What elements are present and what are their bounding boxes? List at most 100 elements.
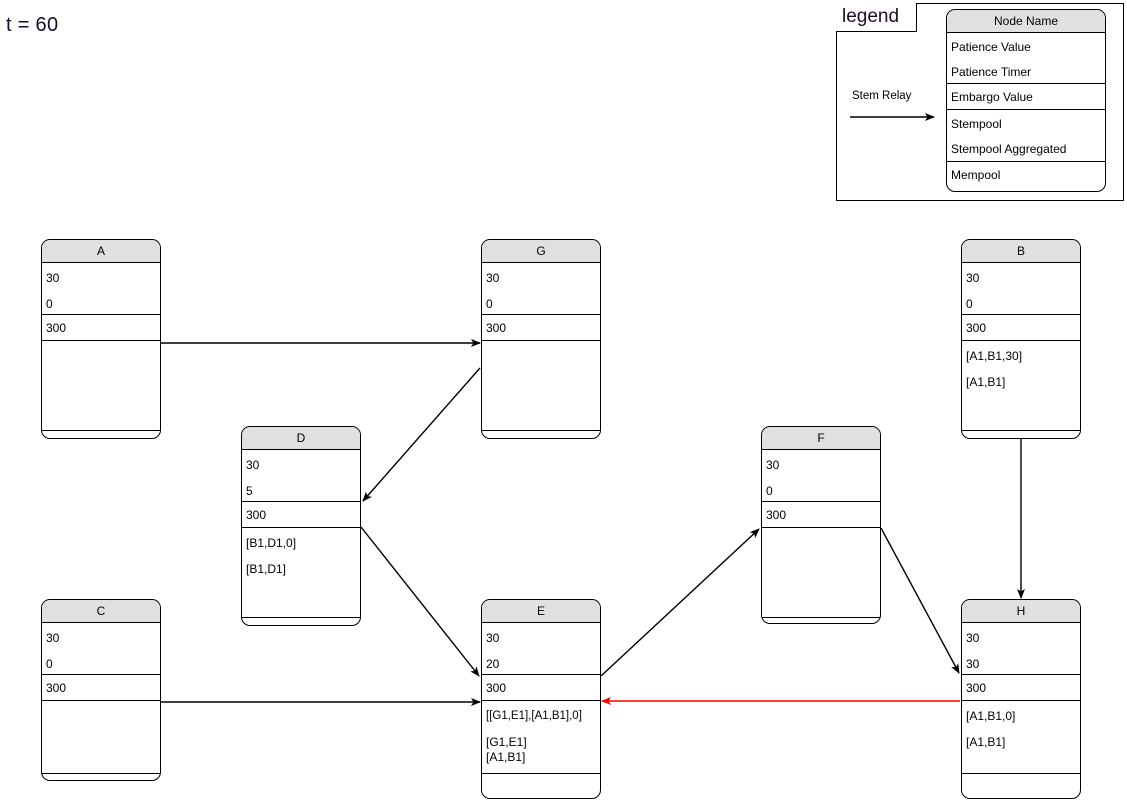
node-B-stempool-section: [A1,B1,30] [A1,B1] bbox=[962, 341, 1080, 431]
node-H-patience-section: 30 30 bbox=[962, 623, 1080, 675]
node-G-patience-value: 30 bbox=[486, 271, 500, 285]
node-B-mempool-section bbox=[962, 431, 1080, 438]
time-label: t = 60 bbox=[6, 14, 59, 36]
node-H-stempool-aggregated: [A1,B1] bbox=[966, 735, 1006, 749]
node-E-stempool-aggregated-line-1: [G1,E1] bbox=[486, 735, 527, 749]
node-C-patience-section: 30 0 bbox=[42, 623, 160, 675]
node-E-embargo-value: 300 bbox=[486, 681, 507, 695]
node-F-embargo-value: 300 bbox=[766, 508, 787, 522]
node-D-embargo-section: 300 bbox=[242, 502, 360, 528]
node-E-name: E bbox=[482, 600, 600, 623]
node-A-stempool-section bbox=[42, 341, 160, 431]
node-H-embargo-section: 300 bbox=[962, 675, 1080, 701]
node-H-name: H bbox=[962, 600, 1080, 623]
node-F-patience-timer: 0 bbox=[766, 484, 773, 498]
node-C-stempool-section bbox=[42, 701, 160, 774]
node-F-patience-section: 30 0 bbox=[762, 450, 880, 502]
edge-D-to-E bbox=[360, 526, 480, 677]
legend-stempool: Stempool bbox=[951, 117, 1002, 131]
edge-F-to-H bbox=[880, 527, 960, 674]
node-A-patience-value: 30 bbox=[46, 271, 60, 285]
node-B[interactable]: B 30 0 300 [A1,B1,30] [A1,B1] bbox=[961, 239, 1081, 439]
node-H-mempool-section bbox=[962, 774, 1080, 798]
node-C-patience-value: 30 bbox=[46, 631, 60, 645]
node-A[interactable]: A 30 0 300 bbox=[41, 239, 161, 439]
node-H[interactable]: H 30 30 300 [A1,B1,0] [A1,B1] bbox=[961, 599, 1081, 799]
edge-E-to-F bbox=[600, 528, 760, 677]
node-B-embargo-section: 300 bbox=[962, 315, 1080, 341]
node-C-patience-timer: 0 bbox=[46, 657, 53, 671]
node-G-embargo-value: 300 bbox=[486, 321, 507, 335]
node-E-patience-value: 30 bbox=[486, 631, 500, 645]
node-D-embargo-value: 300 bbox=[246, 508, 267, 522]
node-A-mempool-section bbox=[42, 431, 160, 438]
node-H-embargo-value: 300 bbox=[966, 681, 987, 695]
legend-mempool-section: Mempool bbox=[947, 162, 1105, 191]
node-A-embargo-section: 300 bbox=[42, 315, 160, 341]
node-D-mempool-section bbox=[242, 618, 360, 625]
node-G-embargo-section: 300 bbox=[482, 315, 600, 341]
diagram-canvas: t = 60 legend Stem Relay Node Name Patie… bbox=[0, 0, 1127, 800]
node-E-stempool-aggregated-line-2: [A1,B1] bbox=[486, 750, 526, 764]
node-F[interactable]: F 30 0 300 bbox=[761, 426, 881, 624]
node-G-stempool-section bbox=[482, 341, 600, 431]
legend-embargo-section: Embargo Value bbox=[947, 84, 1105, 110]
node-H-stempool-section: [A1,B1,0] [A1,B1] bbox=[962, 701, 1080, 774]
node-H-patience-value: 30 bbox=[966, 631, 980, 645]
node-G-patience-section: 30 0 bbox=[482, 263, 600, 315]
legend-mempool: Mempool bbox=[951, 168, 1001, 182]
legend-stempool-section: Stempool Stempool Aggregated bbox=[947, 110, 1105, 162]
node-D-patience-value: 30 bbox=[246, 458, 260, 472]
node-B-patience-value: 30 bbox=[966, 271, 980, 285]
node-F-stempool-section bbox=[762, 528, 880, 618]
node-D-stempool-aggregated: [B1,D1] bbox=[246, 562, 287, 576]
legend-title: legend bbox=[836, 3, 917, 32]
node-B-name: B bbox=[962, 240, 1080, 263]
node-D-stempool-section: [B1,D1,0] [B1,D1] bbox=[242, 528, 360, 618]
legend-node-name: Node Name bbox=[947, 10, 1105, 33]
node-D-name: D bbox=[242, 427, 360, 450]
node-E-patience-section: 30 20 bbox=[482, 623, 600, 675]
node-E-stempool: [[G1,E1],[A1,B1],0] bbox=[486, 710, 582, 722]
node-C-embargo-value: 300 bbox=[46, 681, 67, 695]
legend-patience-timer: Patience Timer bbox=[951, 65, 1032, 79]
legend-patience-section: Patience Value Patience Timer bbox=[947, 33, 1105, 84]
node-B-stempool: [A1,B1,30] bbox=[966, 349, 1023, 363]
legend-stem-relay-label: Stem Relay bbox=[852, 90, 912, 102]
node-C-name: C bbox=[42, 600, 160, 623]
node-A-embargo-value: 300 bbox=[46, 321, 67, 335]
node-C-mempool-section bbox=[42, 774, 160, 780]
node-A-name: A bbox=[42, 240, 160, 263]
edge-G-to-D bbox=[362, 367, 481, 502]
node-G-name: G bbox=[482, 240, 600, 263]
node-D-stempool: [B1,D1,0] bbox=[246, 536, 297, 550]
node-F-name: F bbox=[762, 427, 880, 450]
node-A-patience-section: 30 0 bbox=[42, 263, 160, 315]
node-F-mempool-section bbox=[762, 618, 880, 623]
node-E-stempool-section: [[G1,E1],[A1,B1],0] [G1,E1] [A1,B1] bbox=[482, 701, 600, 774]
node-A-patience-timer: 0 bbox=[46, 297, 53, 311]
node-B-embargo-value: 300 bbox=[966, 321, 987, 335]
legend-embargo-value: Embargo Value bbox=[951, 90, 1033, 104]
node-H-patience-timer: 30 bbox=[966, 657, 980, 671]
node-G-mempool-section bbox=[482, 431, 600, 438]
node-C[interactable]: C 30 0 300 bbox=[41, 599, 161, 781]
legend-patience-value: Patience Value bbox=[951, 40, 1031, 54]
node-D-patience-section: 30 5 bbox=[242, 450, 360, 502]
node-E-patience-timer: 20 bbox=[486, 657, 500, 671]
node-G-patience-timer: 0 bbox=[486, 297, 493, 311]
node-E-embargo-section: 300 bbox=[482, 675, 600, 701]
legend-template-node: Node Name Patience Value Patience Timer … bbox=[946, 9, 1106, 192]
node-G[interactable]: G 30 0 300 bbox=[481, 239, 601, 439]
node-F-patience-value: 30 bbox=[766, 458, 780, 472]
legend-stempool-aggregated: Stempool Aggregated bbox=[951, 142, 1067, 156]
node-F-embargo-section: 300 bbox=[762, 502, 880, 528]
node-E[interactable]: E 30 20 300 [[G1,E1],[A1,B1],0] [G1,E1] … bbox=[481, 599, 601, 799]
node-B-stempool-aggregated: [A1,B1] bbox=[966, 375, 1006, 389]
node-C-embargo-section: 300 bbox=[42, 675, 160, 701]
node-H-stempool: [A1,B1,0] bbox=[966, 709, 1016, 723]
node-E-mempool-section bbox=[482, 774, 600, 798]
node-D-patience-timer: 5 bbox=[246, 484, 253, 498]
node-B-patience-timer: 0 bbox=[966, 297, 973, 311]
node-D[interactable]: D 30 5 300 [B1,D1,0] [B1,D1] bbox=[241, 426, 361, 626]
